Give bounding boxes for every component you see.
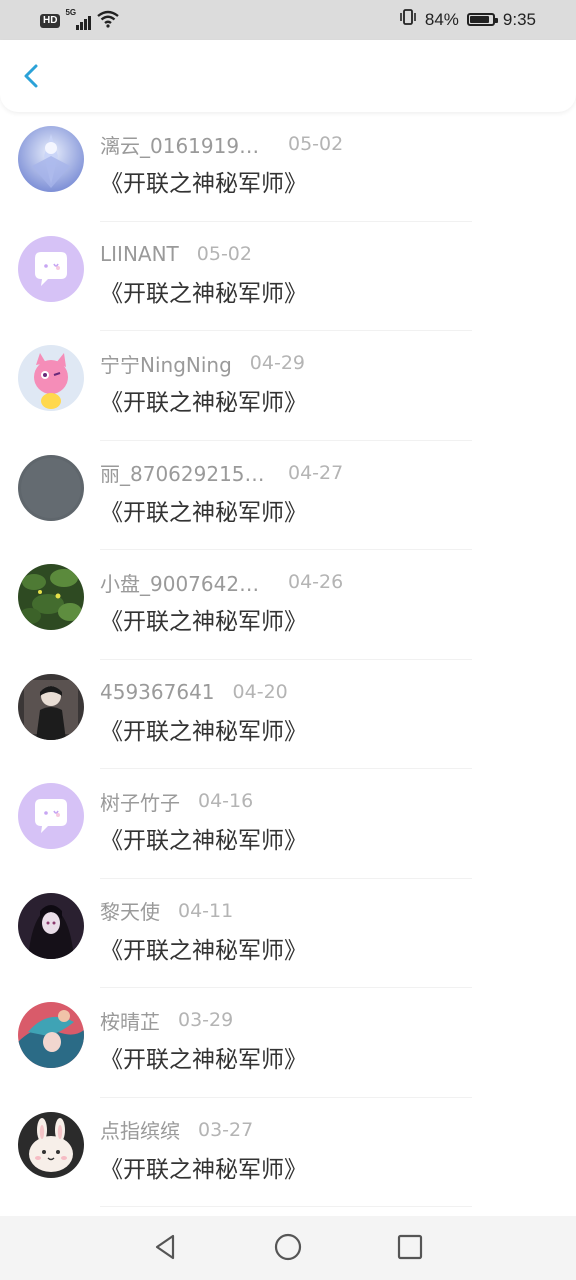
item-meta: 小盘_9007642… 04-26 xyxy=(100,568,343,596)
avatar[interactable] xyxy=(18,345,84,411)
battery-icon xyxy=(466,13,498,26)
reader-list: 漓云_0161919… 05-02 《开联之神秘军师》 LIINANT 05-02 《开联… xyxy=(0,112,576,1207)
username[interactable]: 漓云_0161919… xyxy=(100,130,270,159)
square-recents-icon xyxy=(397,1234,423,1260)
book-title: 《开联之神秘军师》 xyxy=(100,937,307,964)
avatar[interactable] xyxy=(18,564,84,630)
avatar[interactable] xyxy=(18,1002,84,1068)
username[interactable]: 黎天使 xyxy=(100,896,160,925)
date: 03-29 xyxy=(178,1009,234,1031)
list-item[interactable]: 点指缤缤 03-27 《开联之神秘军师》 xyxy=(0,1098,576,1207)
avatar-image xyxy=(18,126,84,192)
item-meta: 桉晴芷 03-29 xyxy=(100,1006,233,1034)
nav-home-button[interactable] xyxy=(273,1232,303,1262)
date: 05-02 xyxy=(288,133,344,155)
page-header xyxy=(0,40,576,112)
clock: 9:35 xyxy=(502,9,536,29)
list-item[interactable]: 丽_870629215… 04-27 《开联之神秘军师》 xyxy=(0,441,576,550)
chevron-left-icon xyxy=(24,64,38,88)
item-meta: LIINANT 05-02 xyxy=(100,240,252,268)
avatar-image xyxy=(18,1002,84,1068)
book-title: 《开联之神秘军师》 xyxy=(100,1047,307,1073)
username[interactable]: LIINANT xyxy=(100,242,179,266)
avatar-image xyxy=(18,454,84,521)
nav-back-button[interactable] xyxy=(151,1232,181,1262)
list-item[interactable]: 桉晴芷 03-29 《开联之神秘军师》 xyxy=(0,988,576,1098)
cellular-signal-icon: 5G xyxy=(65,8,92,30)
status-bar: HD 5G 84% 9:35 xyxy=(0,0,576,40)
status-right: 84% 9:35 xyxy=(399,8,536,31)
username[interactable]: 459367641 xyxy=(100,680,215,704)
book-title: 《开联之神秘军师》 xyxy=(100,609,307,635)
avatar-image xyxy=(18,235,84,302)
item-meta: 459367641 04-20 xyxy=(100,678,288,706)
system-nav-bar xyxy=(0,1216,576,1280)
avatar[interactable] xyxy=(18,783,84,849)
nav-recents-button[interactable] xyxy=(395,1232,425,1262)
vibrate-icon xyxy=(399,8,417,31)
date: 04-26 xyxy=(288,571,344,593)
username[interactable]: 宁宁NingNing xyxy=(100,349,232,378)
list-item[interactable]: 漓云_0161919… 05-02 《开联之神秘军师》 xyxy=(0,112,576,222)
hd-badge: HD xyxy=(40,14,61,28)
item-meta: 树子竹子 04-16 xyxy=(100,787,253,815)
avatar[interactable] xyxy=(18,1111,84,1178)
avatar[interactable] xyxy=(18,673,84,740)
item-meta: 黎天使 04-11 xyxy=(100,897,233,925)
avatar-image xyxy=(18,1111,84,1178)
avatar[interactable] xyxy=(18,454,84,521)
username[interactable]: 树子竹子 xyxy=(100,787,180,816)
username[interactable]: 点指缤缤 xyxy=(100,1115,180,1144)
avatar[interactable] xyxy=(18,126,84,192)
divider xyxy=(100,1206,472,1207)
item-meta: 点指缤缤 03-27 xyxy=(100,1116,253,1144)
date: 03-27 xyxy=(198,1118,254,1141)
avatar-image xyxy=(18,892,84,959)
date: 04-16 xyxy=(198,790,254,812)
item-meta: 宁宁NingNing 04-29 xyxy=(100,349,305,377)
book-title: 《开联之神秘军师》 xyxy=(100,718,307,745)
network-type-label: 5G xyxy=(65,8,77,17)
avatar[interactable] xyxy=(18,892,84,959)
triangle-back-icon xyxy=(155,1234,175,1260)
item-meta: 漓云_0161919… 05-02 xyxy=(100,130,343,158)
book-title: 《开联之神秘军师》 xyxy=(100,499,307,526)
username[interactable]: 桉晴芷 xyxy=(100,1006,160,1035)
book-title: 《开联之神秘军师》 xyxy=(100,390,307,416)
username[interactable]: 小盘_9007642… xyxy=(100,568,270,597)
date: 04-20 xyxy=(232,680,288,703)
status-left: HD 5G xyxy=(40,8,120,32)
list-item[interactable]: 树子竹子 04-16 《开联之神秘军师》 xyxy=(0,769,576,879)
list-item[interactable]: 459367641 04-20 《开联之神秘军师》 xyxy=(0,660,576,769)
avatar-image xyxy=(18,564,84,630)
avatar-image xyxy=(18,783,84,849)
list-item[interactable]: LIINANT 05-02 《开联之神秘军师》 xyxy=(0,222,576,331)
username[interactable]: 丽_870629215… xyxy=(100,458,270,487)
book-title: 《开联之神秘军师》 xyxy=(100,280,307,307)
list-item[interactable]: 宁宁NingNing 04-29 《开联之神秘军师》 xyxy=(0,331,576,441)
battery-percent: 84% xyxy=(424,9,459,29)
date: 04-11 xyxy=(178,899,234,922)
list-item[interactable]: 小盘_9007642… 04-26 《开联之神秘军师》 xyxy=(0,550,576,660)
avatar-image xyxy=(18,673,84,740)
circle-home-icon xyxy=(274,1233,302,1261)
date: 04-29 xyxy=(249,352,305,374)
item-meta: 丽_870629215… 04-27 xyxy=(100,459,343,487)
avatar-image xyxy=(18,345,84,411)
date: 04-27 xyxy=(288,461,344,484)
date: 05-02 xyxy=(196,242,252,265)
avatar[interactable] xyxy=(18,235,84,302)
book-title: 《开联之神秘军师》 xyxy=(100,171,307,197)
book-title: 《开联之神秘军师》 xyxy=(100,1156,307,1183)
book-title: 《开联之神秘军师》 xyxy=(100,828,307,854)
list-item[interactable]: 黎天使 04-11 《开联之神秘军师》 xyxy=(0,879,576,988)
back-button[interactable] xyxy=(16,60,48,92)
wifi-icon xyxy=(97,10,120,32)
